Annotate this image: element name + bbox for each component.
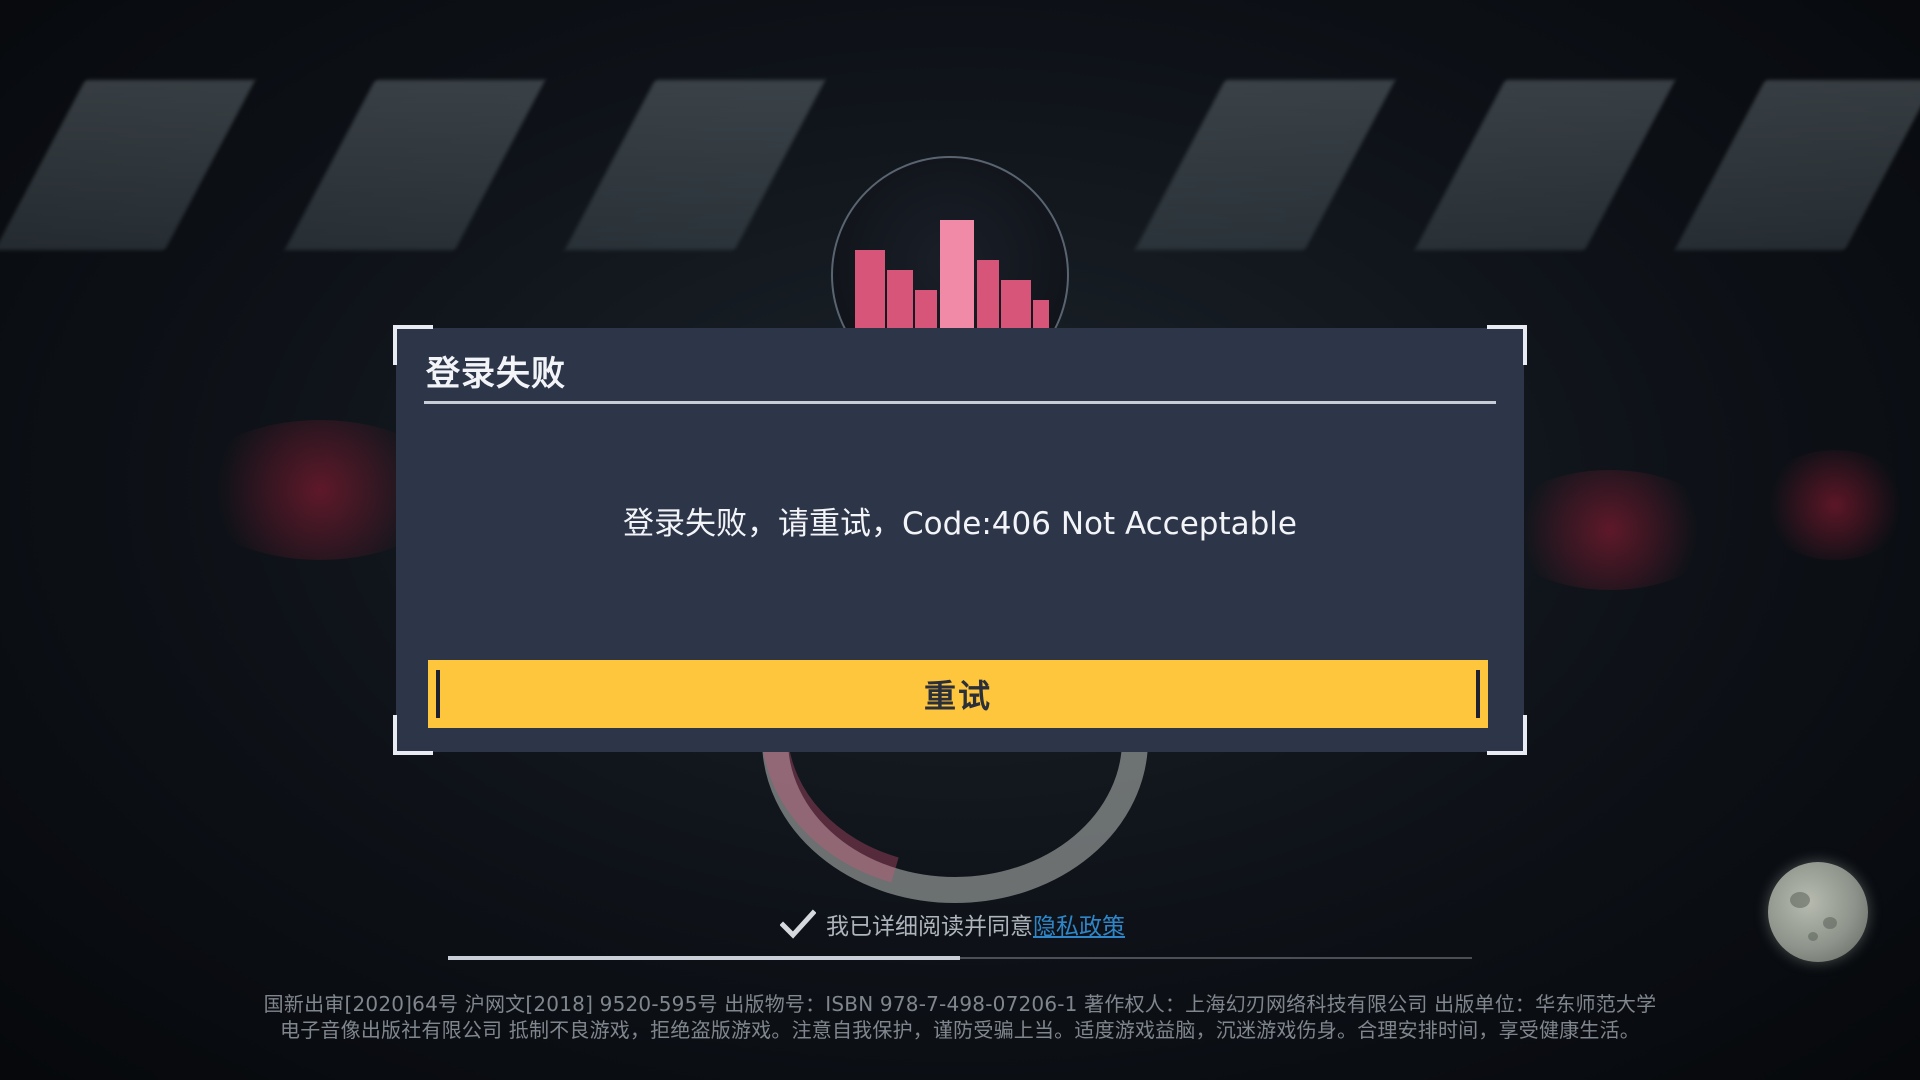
background-glow [1760,450,1910,560]
crosswalk-stripe [1134,80,1396,250]
crosswalk-stripe [1674,80,1920,250]
retry-button-label: 重试 [923,677,992,715]
button-edge-bar [1476,670,1480,718]
crosswalk-stripe [284,80,546,250]
crosswalk-stripe [564,80,826,250]
agreement-text: 我已详细阅读并同意 [826,914,1033,940]
privacy-policy-link[interactable]: 隐私政策 [1033,907,1125,941]
error-message: 登录失败，请重试，Code:406 Not Acceptable [622,506,1297,542]
corner-bracket [1487,325,1527,365]
loading-progress-bar [448,956,1472,960]
title-divider [424,401,1496,404]
crosswalk-stripe [0,80,256,250]
dialog-title: 登录失败 [426,354,566,394]
footer-license-line-2: 电子音像出版社有限公司 抵制不良游戏，拒绝盗版游戏。注意自我保护，谨防受骗上当。… [280,1018,1640,1042]
loading-progress-fill [448,956,960,960]
background-glow [1500,470,1720,590]
game-login-screen: 登录失败 登录失败，请重试，Code:406 Not Acceptable 重试… [0,0,1920,1080]
privacy-agreement: 我已详细阅读并同意 隐私政策 [780,906,1125,942]
login-failed-dialog: 登录失败 登录失败，请重试，Code:406 Not Acceptable 重试 [393,325,1527,755]
footer-license-line-1: 国新出审[2020]64号 沪网文[2018] 9520-595号 出版物号：I… [263,992,1657,1016]
retry-button[interactable]: 重试 [428,660,1488,728]
button-edge-bar [436,670,440,718]
moon-crater [1790,892,1810,908]
moon-crater [1823,917,1837,929]
crosswalk-stripe [1414,80,1676,250]
moon-crater [1808,932,1818,941]
corner-bracket [393,715,433,755]
moon-icon[interactable] [1768,862,1868,962]
corner-bracket [1487,715,1527,755]
check-icon[interactable] [780,908,816,940]
